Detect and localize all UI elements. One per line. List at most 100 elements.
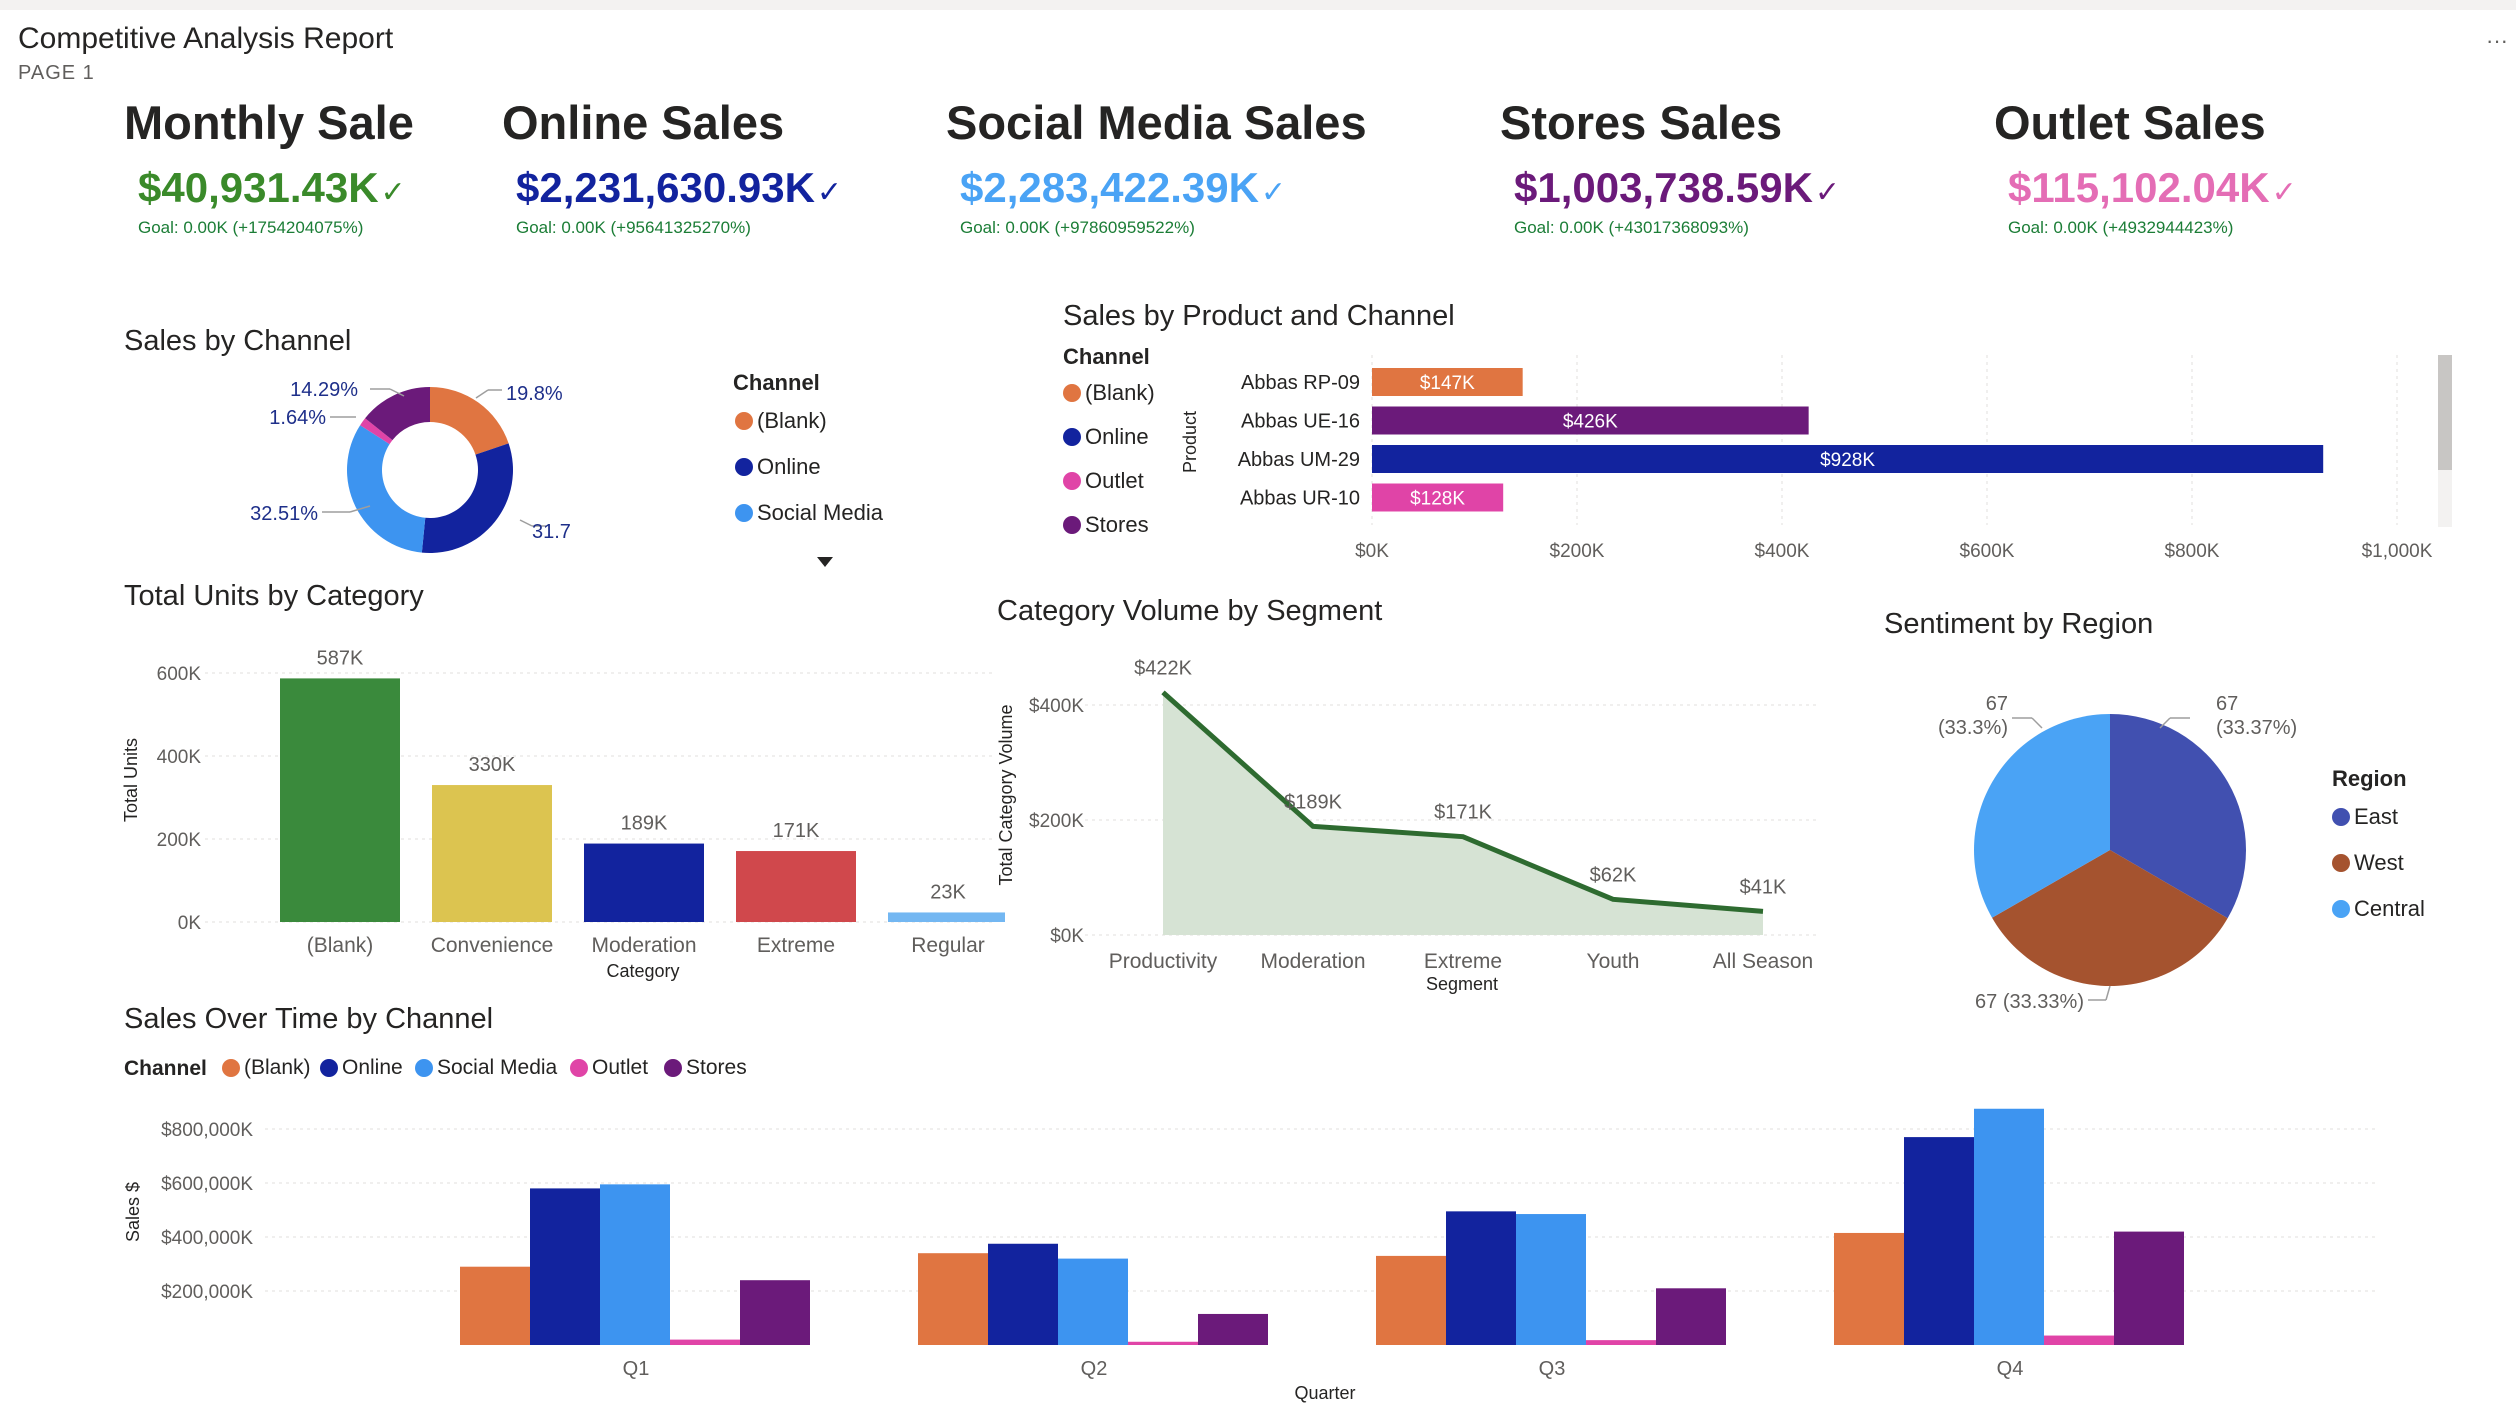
y-tick-label: $600,000K [161, 1174, 253, 1195]
bar-value-label: $128K [1410, 489, 1465, 510]
kpi-card-online-sales[interactable]: Online Sales $2,231,630.93K✓ Goal: 0.00K… [502, 95, 842, 238]
kpi-card-stores-sales[interactable]: Stores Sales $1,003,738.59K✓ Goal: 0.00K… [1500, 95, 1840, 238]
quarter-bar[interactable] [600, 1184, 670, 1345]
kpi-goal: Goal: 0.00K (+43017368093%) [1514, 218, 1749, 237]
y-axis-label: Total Category Volume [996, 704, 1016, 885]
pie-label-east-pct: (33.37%) [2216, 717, 2297, 739]
legend-item-blank[interactable]: (Blank) [222, 1056, 311, 1080]
x-tick-label: $0K [1355, 541, 1389, 562]
quarter-bar[interactable] [1656, 1288, 1726, 1345]
legend-item-online[interactable]: Online [320, 1056, 403, 1080]
legend-label: Outlet [1085, 468, 1144, 493]
quarter-bar[interactable] [1446, 1211, 1516, 1345]
legend-dot [1063, 384, 1081, 402]
point-value-label: $171K [1434, 802, 1492, 824]
legend-item-social-media[interactable]: Social Media [415, 1056, 557, 1080]
scrollbar-thumb[interactable] [2438, 355, 2452, 470]
checkmark-icon: ✓ [1814, 176, 1841, 209]
y-tick-label: $800,000K [161, 1120, 253, 1141]
quarter-bar[interactable] [2044, 1335, 2114, 1345]
category-volume-area-chart[interactable]: $422K $189K $171K $62K $41K $0K $200K $400K Pr… [990, 645, 1830, 1005]
y-tick-label: 600K [157, 664, 202, 685]
checkmark-icon: ✓ [1260, 176, 1287, 209]
legend-item-social-media[interactable]: Social Media [735, 500, 883, 526]
legend-item-stores[interactable]: Stores [664, 1056, 747, 1080]
quarter-bar[interactable] [740, 1280, 810, 1345]
kpi-value: $40,931.43K [138, 164, 379, 211]
kpi-card-social-media-sales[interactable]: Social Media Sales $2,283,422.39K✓ Goal:… [946, 95, 1367, 238]
chevron-down-icon[interactable] [815, 555, 835, 569]
x-axis-label: Quarter [1294, 1383, 1355, 1403]
quarter-bar[interactable] [1904, 1137, 1974, 1345]
bar-value-label: 587K [317, 647, 364, 669]
point-value-label: $189K [1284, 791, 1342, 813]
report-title: Competitive Analysis Report [18, 22, 394, 55]
legend-item-outlet[interactable]: Outlet [570, 1056, 648, 1080]
legend-dot [664, 1059, 682, 1077]
legend-label: West [2354, 850, 2404, 875]
quarter-bar[interactable] [1516, 1214, 1586, 1345]
legend-item-blank[interactable]: (Blank) [735, 408, 827, 434]
quarter-bar[interactable] [1058, 1258, 1128, 1345]
donut-slice[interactable] [347, 425, 426, 553]
legend-item-blank[interactable]: (Blank) [1063, 380, 1155, 406]
legend-dot [735, 412, 753, 430]
legend-item-east[interactable]: East [2332, 804, 2398, 830]
category-bar[interactable] [280, 678, 400, 922]
kpi-title: Social Media Sales [946, 96, 1367, 149]
donut-slice[interactable] [421, 443, 513, 553]
category-bar[interactable] [888, 912, 1005, 922]
x-tick-label: Extreme [1424, 950, 1502, 973]
quarter-bar[interactable] [2114, 1231, 2184, 1345]
point-value-label: $422K [1134, 657, 1192, 679]
kpi-card-monthly-sale[interactable]: Monthly Sale $40,931.43K✓ Goal: 0.00K (+… [124, 95, 414, 238]
bar-value-label: $147K [1420, 373, 1475, 394]
donut-label-online: 31.77% [532, 521, 570, 543]
x-tick-label: Youth [1587, 950, 1640, 973]
quarter-bar[interactable] [670, 1339, 740, 1345]
quarter-bar[interactable] [918, 1253, 988, 1345]
legend-item-stores[interactable]: Stores [1063, 512, 1149, 538]
quarter-bar[interactable] [460, 1266, 530, 1345]
x-tick-label: $800K [2165, 541, 2220, 562]
sales-by-product-bar-chart[interactable]: $147K $426K $928K $128K Abbas RP-09 Abbas UE… [1170, 350, 2440, 570]
quarter-bar[interactable] [1198, 1313, 1268, 1345]
kpi-card-outlet-sales[interactable]: Outlet Sales $115,102.04K✓ Goal: 0.00K (… [1994, 95, 2297, 238]
quarter-bar[interactable] [988, 1243, 1058, 1345]
pie-label-east-count: 67 [2216, 693, 2238, 715]
legend-item-west[interactable]: West [2332, 850, 2404, 876]
legend-item-online[interactable]: Online [1063, 424, 1149, 450]
category-bar[interactable] [736, 851, 856, 922]
quarter-bar[interactable] [1376, 1255, 1446, 1345]
y-tick-label: 200K [157, 830, 202, 851]
product-legend-title: Channel [1063, 344, 1150, 369]
sales-by-channel-donut[interactable]: 14.29% 1.64% 32.51% 19.8% 31.77% [230, 370, 570, 570]
x-tick-label: (Blank) [307, 934, 374, 957]
x-tick-label: $600K [1960, 541, 2015, 562]
sales-over-time-column-chart[interactable]: $200,000K $400,000K $600,000K $800,000K Q1 Q… [115, 1100, 2395, 1410]
legend-label: (Blank) [757, 408, 827, 433]
kpi-goal: Goal: 0.00K (+95641325270%) [516, 218, 751, 237]
total-units-bar-chart[interactable]: 587K 330K 189K 171K 23K 0K 200K 400K 600K (Blan… [115, 625, 1005, 995]
legend-label: Stores [1085, 512, 1149, 537]
more-options-icon[interactable]: ··· [2486, 28, 2508, 54]
kpi-goal: Goal: 0.00K (+4932944423%) [2008, 218, 2234, 237]
donut-slice[interactable] [430, 387, 509, 455]
category-bar[interactable] [432, 785, 552, 922]
quarter-bar[interactable] [1128, 1341, 1198, 1345]
quarter-bar[interactable] [1974, 1108, 2044, 1345]
legend-item-central[interactable]: Central [2332, 896, 2425, 922]
legend-item-outlet[interactable]: Outlet [1063, 468, 1144, 494]
legend-dot [222, 1059, 240, 1077]
product-label: Abbas UM-29 [1238, 449, 1360, 471]
legend-item-online[interactable]: Online [735, 454, 821, 480]
quarter-bar[interactable] [530, 1188, 600, 1345]
kpi-value: $2,231,630.93K [516, 164, 815, 211]
pie-label-central-count: 67 [1986, 693, 2008, 715]
quarter-bar[interactable] [1834, 1232, 1904, 1345]
sentiment-pie-chart[interactable]: 67 (33.3%) 67 (33.37%) 67 (33.33%) [1920, 680, 2360, 1020]
quarter-bar[interactable] [1586, 1340, 1656, 1345]
product-label: Abbas RP-09 [1241, 372, 1360, 394]
region-legend-title: Region [2332, 766, 2407, 791]
category-bar[interactable] [584, 843, 704, 922]
